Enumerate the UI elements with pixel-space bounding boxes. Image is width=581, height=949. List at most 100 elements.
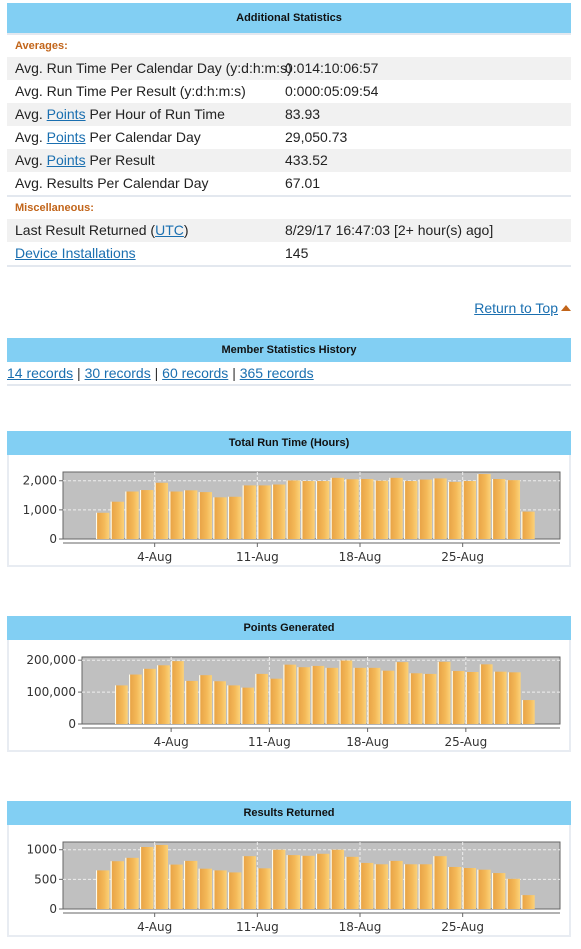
x-tick-label: 4-Aug (137, 920, 172, 934)
x-tick-label: 18-Aug (339, 550, 382, 564)
bar (129, 674, 142, 724)
y-tick-label: 0 (49, 532, 57, 546)
bar (433, 856, 447, 909)
return-to-top[interactable]: Return to Top (474, 300, 571, 316)
last-result-value: 8/29/17 16:47:03 [2+ hour(s) ago] (285, 222, 494, 238)
stat-label-prefix: Avg. (15, 152, 47, 168)
utc-link[interactable]: UTC (155, 222, 184, 238)
stat-row: Avg. Results Per Calendar Day 67.01 (7, 172, 571, 195)
bar (311, 665, 325, 724)
bar (169, 491, 183, 539)
bar (448, 866, 462, 909)
bar (96, 870, 110, 909)
y-tick-label: 1000 (26, 843, 57, 857)
bar (404, 864, 418, 909)
bar (301, 481, 315, 539)
bar (409, 673, 423, 724)
chart-results-returned: Results Returned 0 500 1000 4-Aug 11-Aug 18-A… (7, 801, 571, 937)
bar (345, 856, 359, 909)
x-tick-label: 4-Aug (137, 550, 172, 564)
x-tick-label: 25-Aug (441, 550, 484, 564)
bar (228, 496, 242, 539)
x-tick-label: 18-Aug (346, 735, 389, 749)
bar (462, 481, 477, 539)
stat-label: Device Installations (15, 242, 285, 265)
y-tick-label: 200,000 (26, 653, 76, 667)
bar (521, 511, 535, 539)
stat-label: Avg. Run Time Per Calendar Day (y:d:h:m:… (15, 60, 292, 76)
stat-label-suffix: ) (183, 222, 189, 238)
bar (241, 687, 255, 724)
stat-label: Last Result Returned (UTC) (15, 219, 285, 242)
records-60-link[interactable]: 60 records (162, 365, 228, 381)
bar (169, 864, 183, 909)
bar (257, 485, 271, 539)
records-14-link[interactable]: 14 records (7, 365, 73, 381)
stat-label-suffix: Per Result (85, 152, 155, 168)
bar (154, 482, 169, 539)
chevron-up-icon (561, 305, 571, 311)
stat-label: Avg. Points Per Calendar Day (15, 126, 285, 149)
bar (507, 672, 521, 724)
bar (492, 873, 506, 909)
points-link[interactable]: Points (47, 152, 86, 168)
bar (477, 474, 491, 539)
bar (125, 857, 139, 909)
y-tick-label: 0 (68, 717, 76, 731)
additional-statistics-header: Additional Statistics (7, 3, 571, 33)
bar (227, 685, 240, 724)
stat-row-last-result: Last Result Returned (UTC) 8/29/17 16:47… (7, 219, 571, 242)
bar (521, 700, 535, 724)
bar (418, 479, 433, 539)
stat-value: 67.01 (285, 175, 321, 191)
stat-label-suffix: Per Hour of Run Time (85, 106, 225, 122)
stat-label: Avg. Points Per Hour of Run Time (15, 103, 285, 126)
bar (198, 492, 213, 539)
stat-row: Avg. Points Per Calendar Day 29,050.73 (7, 126, 571, 149)
stat-value: 0:014:10:06:57 (285, 60, 379, 76)
separator: | (150, 365, 163, 381)
records-30-link[interactable]: 30 records (85, 365, 151, 381)
bar (96, 512, 110, 539)
y-tick-label: 100,000 (26, 685, 76, 699)
bar (115, 685, 128, 724)
x-tick-label: 11-Aug (236, 550, 279, 564)
stat-row: Avg. Points Per Hour of Run Time 83.93 (7, 103, 571, 126)
bar (301, 855, 315, 909)
chart-points-generated: Points Generated 0 100,000 200,000 4-Aug 11-… (7, 616, 571, 752)
bar (213, 681, 226, 724)
bar (423, 673, 437, 724)
bar (125, 491, 139, 539)
points-link[interactable]: Points (47, 106, 86, 122)
bar (272, 484, 286, 539)
chart-title: Points Generated (7, 616, 571, 640)
divider (7, 265, 571, 267)
bar (389, 860, 403, 909)
stat-value: 433.52 (285, 152, 328, 168)
return-to-top-link[interactable]: Return to Top (474, 300, 558, 316)
x-tick-label: 11-Aug (248, 735, 291, 749)
stat-label-prefix: Avg. (15, 129, 47, 145)
stat-label-prefix: Avg. (15, 106, 47, 122)
device-installations-link[interactable]: Device Installations (15, 245, 136, 261)
stat-row: Avg. Run Time Per Result (y:d:h:m:s) 0:0… (7, 80, 571, 103)
bar (367, 667, 381, 724)
bar (242, 856, 257, 909)
chart-container: 0 500 1000 4-Aug 11-Aug 18-Aug 25-Aug (7, 825, 571, 937)
y-tick-label: 1,000 (23, 503, 57, 517)
stat-label: Avg. Results Per Calendar Day (15, 175, 209, 191)
bar (506, 480, 521, 539)
bar (228, 872, 242, 909)
bar (255, 673, 269, 724)
stat-row: Avg. Points Per Result 433.52 (7, 149, 571, 172)
bar (140, 490, 154, 539)
bar (269, 678, 283, 724)
bar (374, 480, 389, 539)
stat-label-prefix: Last Result Returned ( (15, 222, 156, 238)
device-installations-value: 145 (285, 245, 309, 261)
records-365-link[interactable]: 365 records (240, 365, 314, 381)
bar (316, 481, 330, 539)
bar (353, 667, 367, 724)
points-link[interactable]: Points (47, 129, 86, 145)
bar (451, 671, 465, 724)
